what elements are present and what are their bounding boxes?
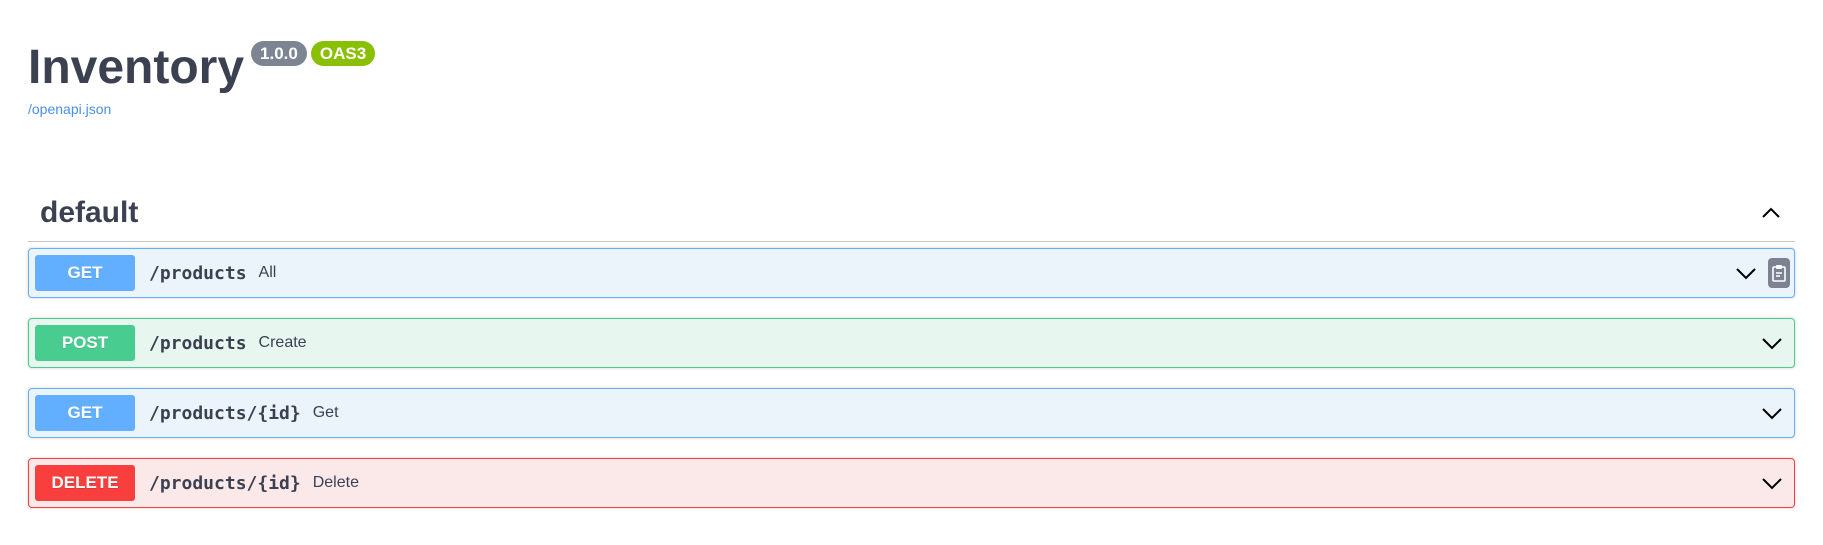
chevron-down-icon[interactable] xyxy=(1760,401,1784,425)
operation-summary: Get xyxy=(312,404,339,421)
title-row: Inventory 1.0.0 OAS3 xyxy=(28,40,1795,96)
operation-post-products[interactable]: POST /products Create xyxy=(28,318,1795,368)
operation-get-products[interactable]: GET /products All xyxy=(28,248,1795,298)
operation-summary: Delete xyxy=(312,474,359,491)
operations-list: GET /products All POST /products Create xyxy=(28,248,1795,508)
operation-path: /products/{id} xyxy=(149,472,301,494)
operation-path: /products xyxy=(149,262,247,284)
chevron-down-icon[interactable] xyxy=(1760,331,1784,355)
api-info: Inventory 1.0.0 OAS3 /openapi.json xyxy=(28,0,1795,117)
chevron-down-icon[interactable] xyxy=(1760,471,1784,495)
method-badge: GET xyxy=(35,255,135,291)
operation-summary: Create xyxy=(258,334,307,351)
clipboard-icon xyxy=(1772,265,1786,282)
badges: 1.0.0 OAS3 xyxy=(251,41,379,66)
oas-badge: OAS3 xyxy=(310,41,376,66)
method-badge: GET xyxy=(35,395,135,431)
chevron-down-icon[interactable] xyxy=(1734,261,1758,285)
method-badge: DELETE xyxy=(35,465,135,501)
operation-delete-product[interactable]: DELETE /products/{id} Delete xyxy=(28,458,1795,508)
operation-get-product-by-id[interactable]: GET /products/{id} Get xyxy=(28,388,1795,438)
section-title: default xyxy=(40,196,139,229)
section-header-default[interactable]: default xyxy=(28,185,1795,242)
operation-path: /products/{id} xyxy=(149,402,301,424)
operation-path: /products xyxy=(149,332,247,354)
operation-summary: All xyxy=(258,264,277,281)
api-title: Inventory xyxy=(28,41,245,94)
spec-link[interactable]: /openapi.json xyxy=(28,101,1795,117)
swagger-ui: Inventory 1.0.0 OAS3 /openapi.json defau… xyxy=(0,0,1823,508)
method-badge: POST xyxy=(35,325,135,361)
copy-button[interactable] xyxy=(1768,258,1790,288)
version-badge: 1.0.0 xyxy=(251,41,307,66)
chevron-up-icon[interactable] xyxy=(1759,201,1783,225)
